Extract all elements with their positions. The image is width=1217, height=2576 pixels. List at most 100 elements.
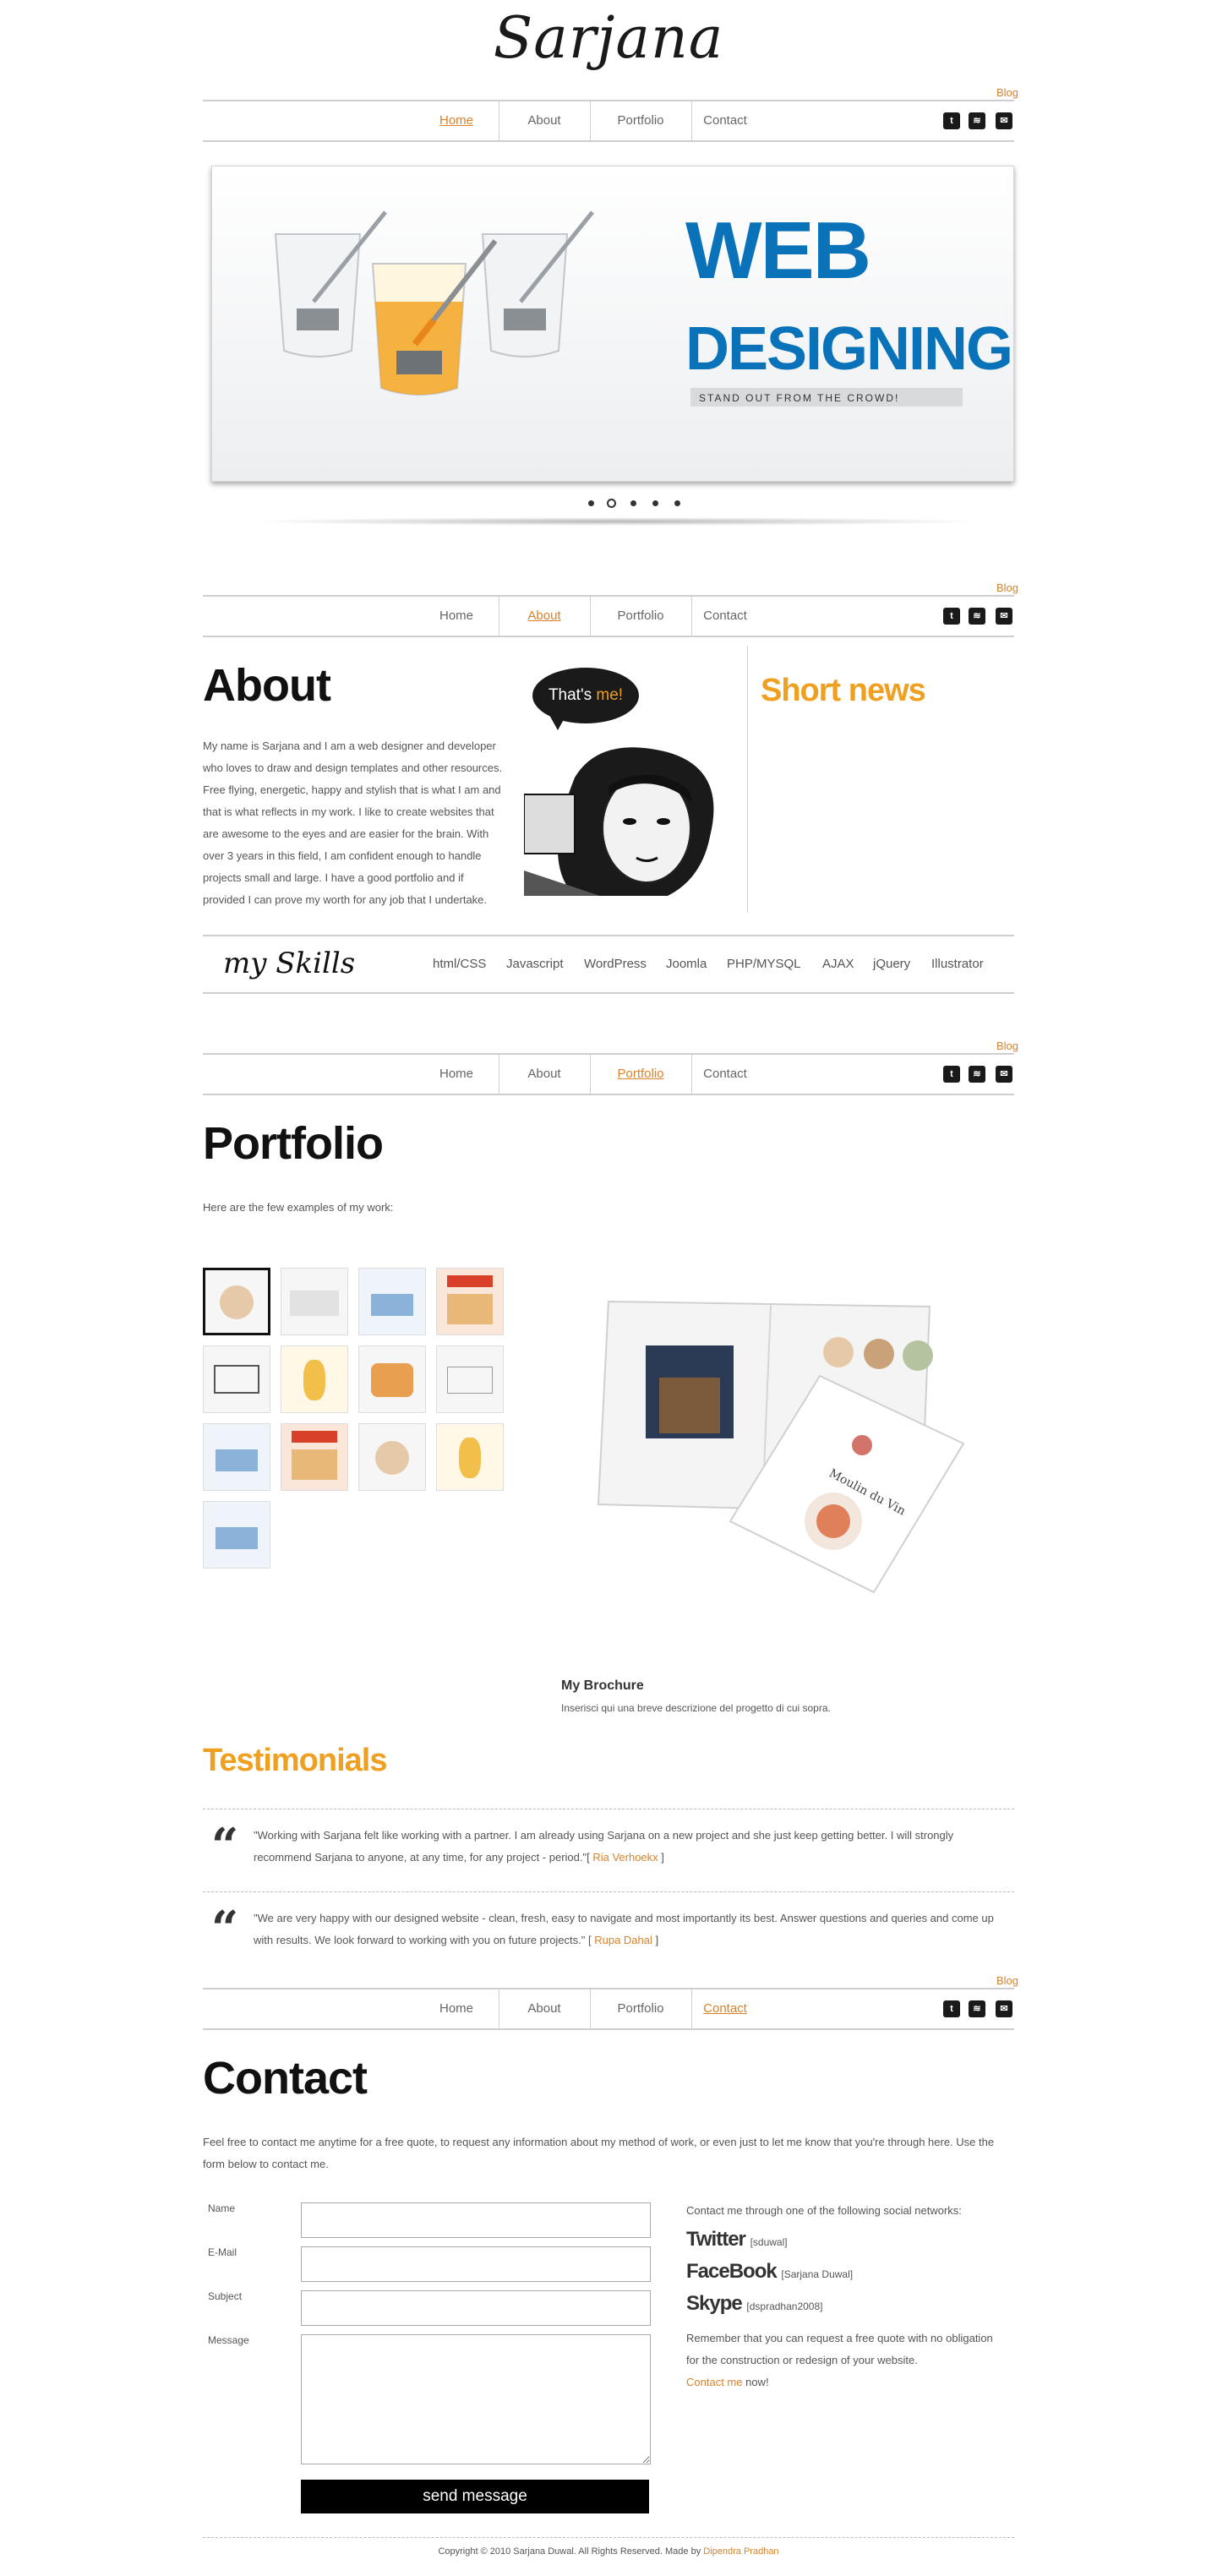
facebook-contact[interactable]: FaceBook [Sarjana Duwal] xyxy=(686,2260,853,2284)
portfolio-thumb[interactable] xyxy=(203,1501,270,1569)
name-input[interactable] xyxy=(301,2202,651,2238)
rss-icon[interactable]: ≋ xyxy=(969,2000,985,2017)
nav-home[interactable]: Home xyxy=(423,597,490,636)
nav-home[interactable]: Home xyxy=(423,1989,490,2028)
portfolio-intro: Here are the few examples of my work: xyxy=(203,1201,394,1214)
nav-portfolio[interactable]: Portfolio xyxy=(592,1055,690,1094)
twitter-icon[interactable]: t xyxy=(943,608,960,625)
featured-description: Inserisci qui una breve descrizione del … xyxy=(561,1702,831,1714)
nav-contact[interactable]: Contact xyxy=(693,1989,757,2028)
subject-input[interactable] xyxy=(301,2290,651,2326)
testimonial-1: “ "Working with Sarjana felt like workin… xyxy=(203,1809,1014,1885)
nav-about[interactable]: About xyxy=(500,597,588,636)
portfolio-title: Portfolio xyxy=(203,1118,384,1169)
mail-icon[interactable]: ✉ xyxy=(996,112,1012,129)
skill-item: WordPress xyxy=(584,957,647,971)
nav-about[interactable]: About xyxy=(500,1055,588,1094)
portrait-image xyxy=(523,744,739,896)
featured-title: My Brochure xyxy=(561,1678,644,1693)
message-textarea[interactable] xyxy=(301,2334,651,2464)
portfolio-thumb[interactable] xyxy=(436,1345,504,1413)
blog-link[interactable]: Blog xyxy=(996,1040,1018,1052)
portfolio-nav: Home About Portfolio Contact t ≋ ✉ xyxy=(203,1053,1014,1095)
quote-note: Remember that you can request a free quo… xyxy=(686,2332,993,2388)
nav-about[interactable]: About xyxy=(500,101,588,140)
about-nav: Home About Portfolio Contact t ≋ ✉ xyxy=(203,595,1014,637)
twitter-contact[interactable]: Twitter [sduwal] xyxy=(686,2228,788,2251)
speech-bubble-tail xyxy=(549,715,566,730)
slider-dot-5[interactable] xyxy=(674,500,680,506)
twitter-icon[interactable]: t xyxy=(943,2000,960,2017)
portfolio-thumb[interactable] xyxy=(281,1423,348,1491)
portfolio-thumb[interactable] xyxy=(281,1345,348,1413)
contact-nav: Home About Portfolio Contact t ≋ ✉ xyxy=(203,1988,1014,2030)
skill-item: PHP/MYSQL xyxy=(727,957,801,971)
portfolio-thumb[interactable] xyxy=(203,1423,270,1491)
footer: Copyright © 2010 Sarjana Duwal. All Righ… xyxy=(203,2537,1014,2557)
slider-dot-2[interactable] xyxy=(607,499,616,508)
glass-center-icon xyxy=(371,239,498,396)
portfolio-thumb[interactable] xyxy=(358,1268,426,1335)
site-logo[interactable]: Sarjana xyxy=(0,5,1217,72)
email-input[interactable] xyxy=(301,2246,651,2282)
send-message-button[interactable]: send message xyxy=(301,2480,649,2513)
subject-label: Subject xyxy=(208,2290,243,2302)
skill-item: jQuery xyxy=(873,957,911,971)
message-label: Message xyxy=(208,2334,249,2346)
skill-item: html/CSS xyxy=(433,957,487,971)
nav-contact[interactable]: Contact xyxy=(693,597,757,636)
portfolio-thumb[interactable] xyxy=(436,1423,504,1491)
testimonial-author-link[interactable]: Rupa Dahal xyxy=(594,1934,652,1946)
testimonial-author-link[interactable]: Ria Verhoekx xyxy=(592,1851,658,1864)
nav-home[interactable]: Home xyxy=(423,1055,490,1094)
skype-contact[interactable]: Skype [dspradhan2008] xyxy=(686,2292,822,2316)
about-text: My name is Sarjana and I am a web design… xyxy=(203,740,503,906)
blog-link[interactable]: Blog xyxy=(996,86,1018,99)
rss-icon[interactable]: ≋ xyxy=(969,608,985,625)
mail-icon[interactable]: ✉ xyxy=(996,2000,1012,2017)
slider-dot-1[interactable] xyxy=(588,500,594,506)
nav-contact[interactable]: Contact xyxy=(693,1055,757,1094)
slider-headline-2: DESIGNING xyxy=(685,315,1012,383)
blog-link[interactable]: Blog xyxy=(996,1974,1018,1987)
nav-home[interactable]: Home xyxy=(423,101,490,140)
testimonial-2: “ "We are very happy with our designed w… xyxy=(203,1891,1014,1967)
twitter-icon[interactable]: t xyxy=(943,1066,960,1083)
nav-portfolio[interactable]: Portfolio xyxy=(592,597,690,636)
slider-dot-4[interactable] xyxy=(652,500,658,506)
slider-headline-1: WEB xyxy=(685,205,870,296)
skill-item: Javascript xyxy=(506,957,564,971)
nav-portfolio[interactable]: Portfolio xyxy=(592,101,690,140)
glass-right-icon xyxy=(481,210,594,357)
mail-icon[interactable]: ✉ xyxy=(996,1066,1012,1083)
slider-artwork: WEB DESIGNING STAND OUT FROM THE CROWD! xyxy=(274,205,1013,407)
rss-icon[interactable]: ≋ xyxy=(969,112,985,129)
glass-left-icon xyxy=(274,210,387,357)
testimonial-text: "We are very happy with our designed web… xyxy=(254,1912,994,1946)
skill-item: Joomla xyxy=(666,957,707,971)
email-label: E-Mail xyxy=(208,2246,237,2258)
slider-dot-3[interactable] xyxy=(630,500,636,506)
nav-portfolio[interactable]: Portfolio xyxy=(592,1989,690,2028)
twitter-icon[interactable]: t xyxy=(943,112,960,129)
testimonials-title: Testimonials xyxy=(203,1743,387,1778)
nav-contact[interactable]: Contact xyxy=(693,101,757,140)
slider-tagline: STAND OUT FROM THE CROWD! xyxy=(699,392,899,404)
rss-icon[interactable]: ≋ xyxy=(969,1066,985,1083)
speech-bubble: That's me! xyxy=(532,668,639,723)
portfolio-thumb[interactable] xyxy=(203,1345,270,1413)
contact-me-link[interactable]: Contact me xyxy=(686,2376,742,2388)
footer-author-link[interactable]: Dipendra Pradhan xyxy=(703,2546,778,2557)
portfolio-thumb[interactable] xyxy=(281,1268,348,1335)
blog-link[interactable]: Blog xyxy=(996,581,1018,594)
nav-about[interactable]: About xyxy=(500,1989,588,2028)
portfolio-thumb[interactable] xyxy=(436,1268,504,1335)
hero-slider[interactable]: WEB DESIGNING STAND OUT FROM THE CROWD! xyxy=(211,166,1014,482)
contact-title: Contact xyxy=(203,2053,368,2104)
portfolio-thumb[interactable] xyxy=(358,1345,426,1413)
quote-icon: “ xyxy=(211,1818,239,1874)
mail-icon[interactable]: ✉ xyxy=(996,608,1012,625)
portfolio-thumb[interactable] xyxy=(203,1268,270,1335)
about-title: About xyxy=(203,660,331,711)
portfolio-thumb[interactable] xyxy=(358,1423,426,1491)
